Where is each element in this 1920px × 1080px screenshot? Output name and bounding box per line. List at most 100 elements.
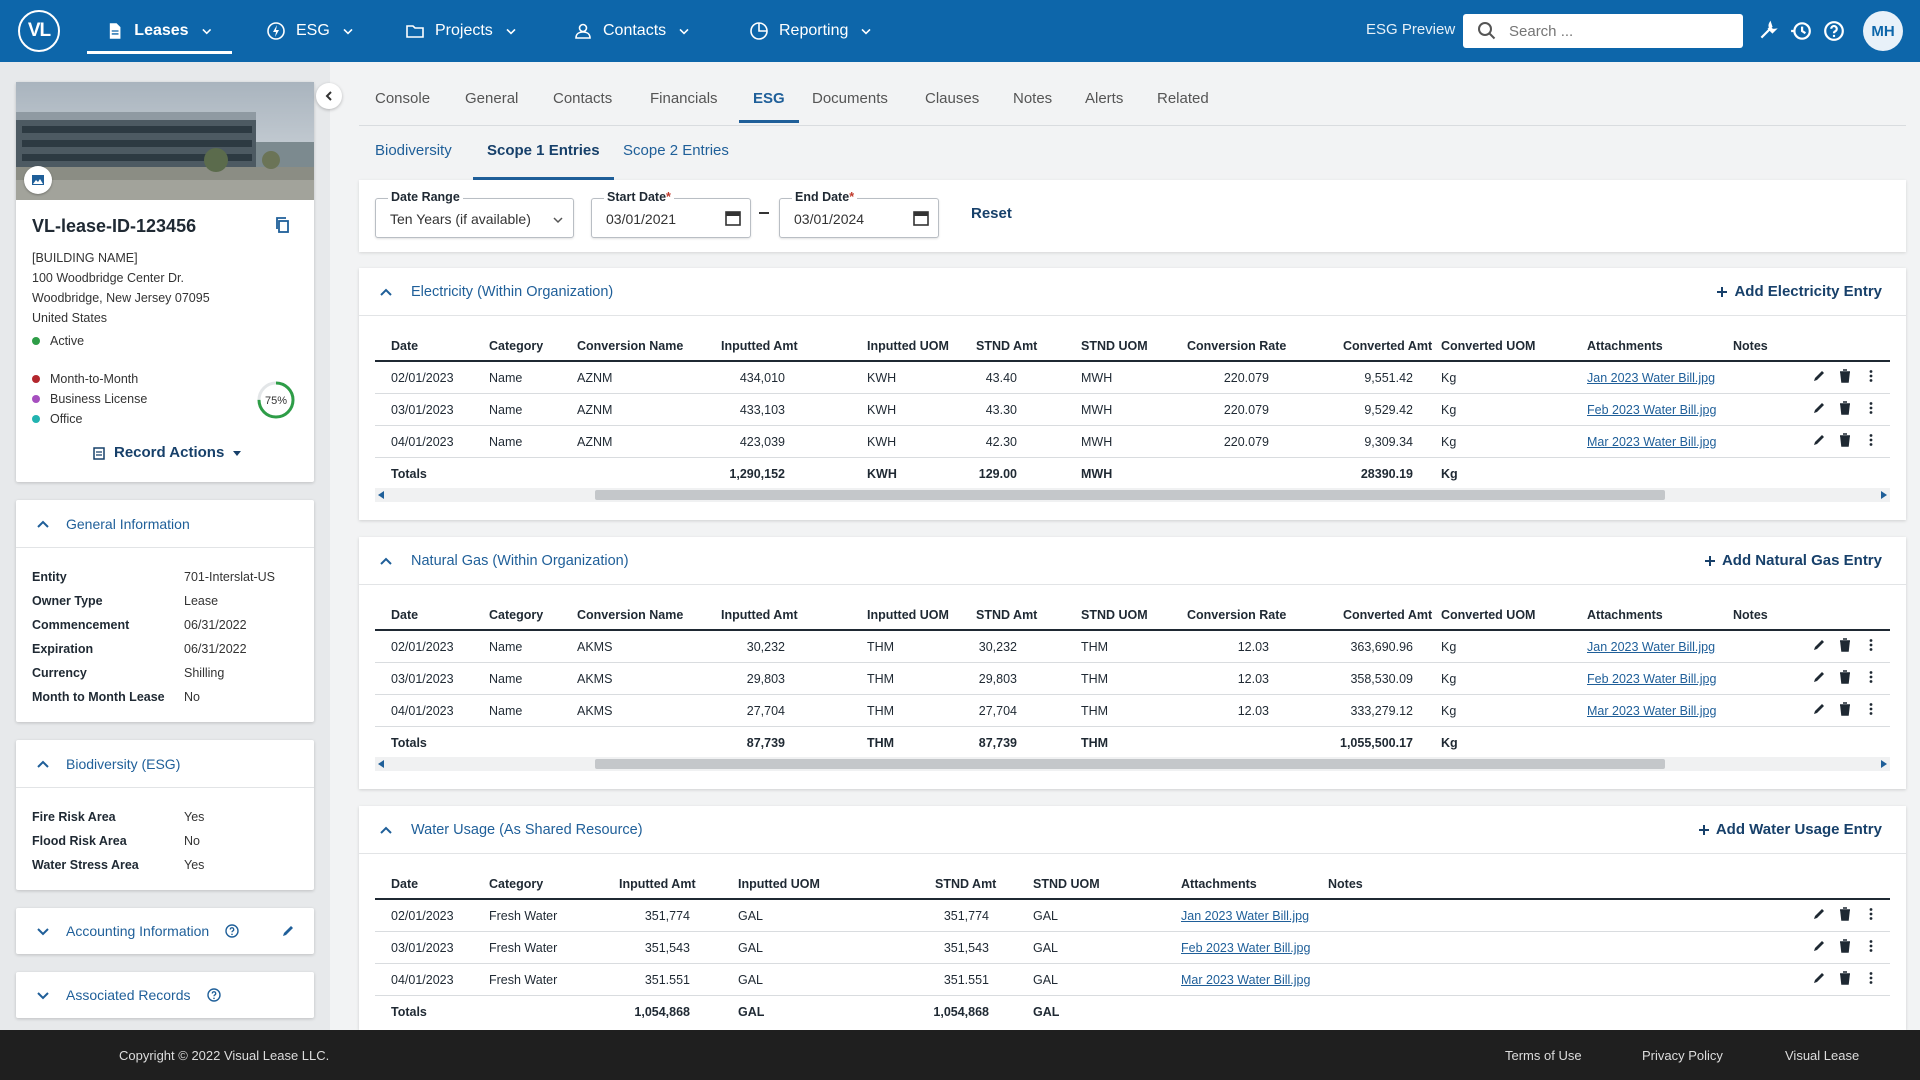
attachment-link[interactable]: Feb 2023 Water Bill.jpg	[1587, 403, 1716, 417]
edit-pencil-icon[interactable]	[1812, 638, 1826, 652]
tools-icon[interactable]	[1757, 20, 1779, 42]
horizontal-scrollbar[interactable]	[375, 488, 1890, 502]
attachment-link[interactable]: Jan 2023 Water Bill.jpg	[1587, 640, 1715, 654]
more-options-icon[interactable]	[1864, 401, 1878, 415]
more-options-icon[interactable]	[1864, 638, 1878, 652]
calendar-icon[interactable]	[912, 209, 930, 227]
subtab-scope2-entries[interactable]: Scope 2 Entries	[623, 142, 729, 159]
add-natural-gas-entry-button[interactable]: Add Natural Gas Entry	[1704, 552, 1882, 569]
global-search[interactable]	[1463, 14, 1743, 48]
edit-pencil-icon[interactable]	[1812, 369, 1826, 383]
biodiversity-header[interactable]: Biodiversity (ESG)	[16, 740, 314, 788]
delete-trash-icon[interactable]	[1838, 670, 1852, 684]
edit-pencil-icon[interactable]	[1812, 702, 1826, 716]
nav-reporting[interactable]: Reporting	[749, 0, 874, 62]
nav-esg[interactable]: ESG	[266, 0, 356, 62]
subtab-scope1-entries[interactable]: Scope 1 Entries	[473, 142, 614, 180]
delete-trash-icon[interactable]	[1838, 907, 1852, 921]
add-electricity-entry-button[interactable]: Add Electricity Entry	[1716, 283, 1882, 300]
column-header[interactable]: Category	[489, 877, 543, 891]
more-options-icon[interactable]	[1864, 907, 1878, 921]
scroll-right-arrow[interactable]	[1881, 760, 1887, 768]
delete-trash-icon[interactable]	[1838, 369, 1852, 383]
date-range-select[interactable]: Date Range Ten Years (if available)	[375, 190, 574, 238]
nav-leases[interactable]: Leases	[87, 0, 232, 62]
add-water-usage-entry-button[interactable]: Add Water Usage Entry	[1698, 821, 1882, 838]
edit-pencil-icon[interactable]	[1812, 907, 1826, 921]
tab-console[interactable]: Console	[375, 90, 430, 107]
chevron-up-icon[interactable]	[379, 823, 393, 837]
collapse-sidebar-button[interactable]	[316, 83, 342, 109]
column-header[interactable]: STND Amt	[935, 877, 996, 891]
column-header[interactable]: STND UOM	[1081, 339, 1148, 353]
column-header[interactable]: STND Amt	[976, 339, 1037, 353]
attachment-link[interactable]: Mar 2023 Water Bill.jpg	[1587, 704, 1716, 718]
column-header[interactable]: STND Amt	[976, 608, 1037, 622]
start-date-field[interactable]: Start Date* 03/01/2021	[591, 190, 751, 238]
column-header[interactable]: STND UOM	[1033, 877, 1100, 891]
associated-records-header[interactable]: Associated Records	[16, 972, 314, 1018]
visual-lease-logo[interactable]: VL	[18, 10, 60, 52]
delete-trash-icon[interactable]	[1838, 638, 1852, 652]
attachment-link[interactable]: Mar 2023 Water Bill.jpg	[1587, 435, 1716, 449]
delete-trash-icon[interactable]	[1838, 971, 1852, 985]
attachment-link[interactable]: Feb 2023 Water Bill.jpg	[1587, 672, 1716, 686]
column-header[interactable]: Inputted Amt	[619, 877, 696, 891]
tab-related[interactable]: Related	[1157, 90, 1209, 107]
column-header[interactable]: Conversion Rate	[1187, 608, 1286, 622]
column-header[interactable]: Notes	[1733, 339, 1768, 353]
column-header[interactable]: Attachments	[1587, 339, 1663, 353]
edit-pencil-icon[interactable]	[1812, 939, 1826, 953]
column-header[interactable]: Category	[489, 608, 543, 622]
column-header[interactable]: Converted Amt	[1343, 339, 1432, 353]
privacy-policy-link[interactable]: Privacy Policy	[1642, 1048, 1723, 1063]
delete-trash-icon[interactable]	[1838, 939, 1852, 953]
column-header[interactable]: Attachments	[1587, 608, 1663, 622]
attachment-link[interactable]: Jan 2023 Water Bill.jpg	[1587, 371, 1715, 385]
general-information-header[interactable]: General Information	[16, 500, 314, 548]
chevron-up-icon[interactable]	[379, 554, 393, 568]
subtab-biodiversity[interactable]: Biodiversity	[375, 142, 452, 159]
record-actions-button[interactable]: Record Actions	[92, 444, 242, 461]
scroll-thumb[interactable]	[595, 759, 1665, 769]
chevron-up-icon[interactable]	[379, 285, 393, 299]
column-header[interactable]: STND UOM	[1081, 608, 1148, 622]
calendar-icon[interactable]	[724, 209, 742, 227]
delete-trash-icon[interactable]	[1838, 702, 1852, 716]
visual-lease-link[interactable]: Visual Lease	[1785, 1048, 1859, 1063]
edit-pencil-icon[interactable]	[1812, 670, 1826, 684]
column-header[interactable]: Conversion Name	[577, 339, 683, 353]
attachment-link[interactable]: Jan 2023 Water Bill.jpg	[1181, 909, 1309, 923]
delete-trash-icon[interactable]	[1838, 401, 1852, 415]
column-header[interactable]: Date	[391, 339, 418, 353]
nav-contacts[interactable]: Contacts	[573, 0, 692, 62]
tab-general[interactable]: General	[465, 90, 518, 107]
edit-pencil-icon[interactable]	[1812, 401, 1826, 415]
column-header[interactable]: Conversion Name	[577, 608, 683, 622]
column-header[interactable]: Attachments	[1181, 877, 1257, 891]
more-options-icon[interactable]	[1864, 939, 1878, 953]
scroll-right-arrow[interactable]	[1881, 491, 1887, 499]
attachment-link[interactable]: Mar 2023 Water Bill.jpg	[1181, 973, 1310, 987]
column-header[interactable]: Conversion Rate	[1187, 339, 1286, 353]
nav-projects[interactable]: Projects	[405, 0, 519, 62]
end-date-field[interactable]: End Date* 03/01/2024	[779, 190, 939, 238]
column-header[interactable]: Inputted UOM	[867, 339, 949, 353]
delete-trash-icon[interactable]	[1838, 433, 1852, 447]
column-header[interactable]: Inputted Amt	[721, 339, 798, 353]
edit-pencil-icon[interactable]	[1812, 433, 1826, 447]
change-photo-button[interactable]	[24, 166, 52, 194]
tab-notes[interactable]: Notes	[1013, 90, 1052, 107]
history-icon[interactable]	[1790, 20, 1812, 42]
more-options-icon[interactable]	[1864, 433, 1878, 447]
scroll-left-arrow[interactable]	[378, 491, 384, 499]
tab-clauses[interactable]: Clauses	[925, 90, 979, 107]
reset-button[interactable]: Reset	[971, 205, 1012, 222]
tab-esg[interactable]: ESG	[739, 90, 799, 123]
edit-pencil-icon[interactable]	[1812, 971, 1826, 985]
attachment-link[interactable]: Feb 2023 Water Bill.jpg	[1181, 941, 1310, 955]
accounting-information-header[interactable]: Accounting Information	[16, 908, 314, 954]
tab-financials[interactable]: Financials	[650, 90, 718, 107]
scroll-left-arrow[interactable]	[378, 760, 384, 768]
edit-pencil-icon[interactable]	[281, 924, 295, 938]
